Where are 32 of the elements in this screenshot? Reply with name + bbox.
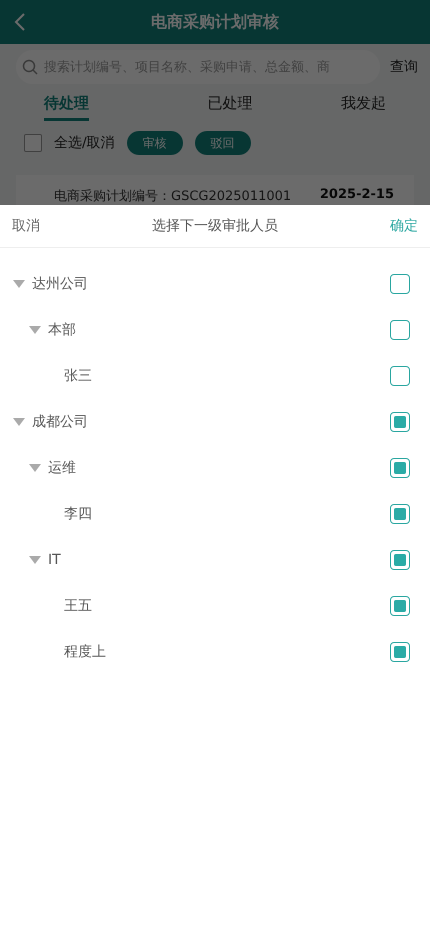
tree-item-label[interactable]: 李四 [64, 505, 390, 523]
checkbox[interactable] [390, 412, 410, 432]
tree-item-label[interactable]: 张三 [64, 367, 390, 385]
tree-item-label[interactable]: IT [48, 552, 390, 568]
expanded-triangle-icon[interactable] [28, 463, 42, 473]
checkbox[interactable] [390, 642, 410, 662]
checkbox[interactable] [24, 134, 42, 152]
checkbox[interactable] [390, 320, 410, 340]
page-title: 电商采购计划审核 [151, 12, 279, 32]
checkbox[interactable] [390, 550, 410, 570]
record-date: 2025-2-15 [320, 187, 394, 204]
expanded-triangle-icon[interactable] [12, 417, 26, 427]
checkbox[interactable] [390, 366, 410, 386]
select-all-label: 全选/取消 [54, 134, 115, 152]
cancel-button[interactable]: 取消 [12, 217, 40, 235]
tree-item-label[interactable]: 王五 [64, 597, 390, 615]
checkbox[interactable] [390, 596, 410, 616]
tree-item-label[interactable]: 达州公司 [32, 275, 390, 293]
plan-number: 电商采购计划编号：GSCG2025011001 [54, 188, 292, 205]
checkbox[interactable] [390, 458, 410, 478]
tree-item-label[interactable]: 本部 [48, 321, 390, 339]
checkbox[interactable] [390, 274, 410, 294]
tree-item-label[interactable]: 程度上 [64, 643, 390, 661]
checkbox[interactable] [390, 504, 410, 524]
tree-item-label[interactable]: 运维 [48, 459, 390, 477]
sheet-title: 选择下一级审批人员 [152, 217, 278, 235]
expanded-triangle-icon[interactable] [28, 325, 42, 335]
back-icon[interactable] [14, 12, 26, 32]
tree-item-label[interactable]: 成都公司 [32, 413, 390, 431]
expanded-triangle-icon[interactable] [12, 279, 26, 289]
expanded-triangle-icon[interactable] [28, 555, 42, 565]
search-icon [22, 59, 38, 75]
